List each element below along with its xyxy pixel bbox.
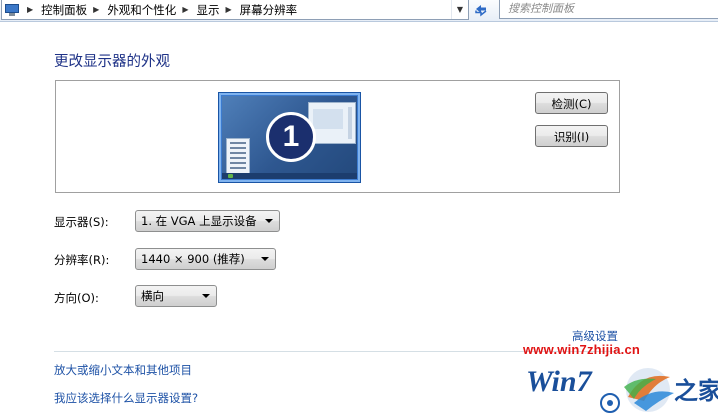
breadcrumb-display[interactable]: 显示 xyxy=(196,2,219,18)
taskbar-thumbnail xyxy=(222,173,357,179)
resolution-label: 分辨率(R): xyxy=(54,253,110,267)
breadcrumb-control-panel[interactable]: 控制面板 xyxy=(41,2,87,18)
orientation-label: 方向(O): xyxy=(54,291,99,305)
chevron-down-icon xyxy=(261,257,269,261)
svg-text:Win7: Win7 xyxy=(526,365,593,398)
chevron-down-icon xyxy=(265,219,273,223)
breadcrumb-separator-icon[interactable]: ▶ xyxy=(93,5,99,14)
breadcrumb-separator-icon[interactable]: ▶ xyxy=(27,5,33,14)
refresh-icon xyxy=(475,5,487,17)
resolution-select[interactable]: 1440 × 900 (推荐) xyxy=(135,248,276,270)
identify-button[interactable]: 识别(I) xyxy=(535,125,608,147)
breadcrumb-appearance[interactable]: 外观和个性化 xyxy=(107,2,176,18)
watermark-url: www.win7zhijia.cn xyxy=(523,342,641,357)
control-panel-icon xyxy=(5,3,19,16)
display-select-value: 1. 在 VGA 上显示设备 xyxy=(141,214,257,228)
display-label: 显示器(S): xyxy=(54,215,109,229)
detect-button[interactable]: 检测(C) xyxy=(535,92,608,114)
display-settings-help-link[interactable]: 我应该选择什么显示器设置? xyxy=(54,390,198,406)
address-toolbar: ▶ 控制面板 ▶ 外观和个性化 ▶ 显示 ▶ 屏幕分辨率 ▼ xyxy=(0,0,718,22)
page-title: 更改显示器的外观 xyxy=(54,54,170,70)
breadcrumb-screen-resolution[interactable]: 屏幕分辨率 xyxy=(240,2,298,18)
search-box[interactable] xyxy=(499,0,718,19)
display-select[interactable]: 1. 在 VGA 上显示设备 xyxy=(135,210,280,232)
monitor-number-badge: 1 xyxy=(266,112,316,162)
address-bar[interactable]: ▶ 控制面板 ▶ 外观和个性化 ▶ 显示 ▶ 屏幕分辨率 ▼ xyxy=(1,0,469,20)
breadcrumb-separator-icon[interactable]: ▶ xyxy=(182,5,188,14)
monitor-screen: 1 xyxy=(222,96,357,179)
address-dropdown-icon[interactable]: ▼ xyxy=(451,0,468,19)
chevron-down-icon xyxy=(202,294,210,298)
resolution-select-value: 1440 × 900 (推荐) xyxy=(141,252,245,266)
text-size-link[interactable]: 放大或缩小文本和其他项目 xyxy=(54,362,192,378)
orientation-select-value: 横向 xyxy=(141,289,164,303)
svg-text:之家: 之家 xyxy=(674,376,718,405)
breadcrumb-separator-icon[interactable]: ▶ xyxy=(225,5,231,14)
orientation-select[interactable]: 横向 xyxy=(135,285,217,307)
window-thumbnail xyxy=(226,138,250,174)
monitor-1-preview[interactable]: 1 xyxy=(218,92,361,183)
watermark-logo: Win7 之家 xyxy=(526,365,718,413)
refresh-button[interactable] xyxy=(470,1,492,19)
search-input[interactable] xyxy=(508,0,708,17)
